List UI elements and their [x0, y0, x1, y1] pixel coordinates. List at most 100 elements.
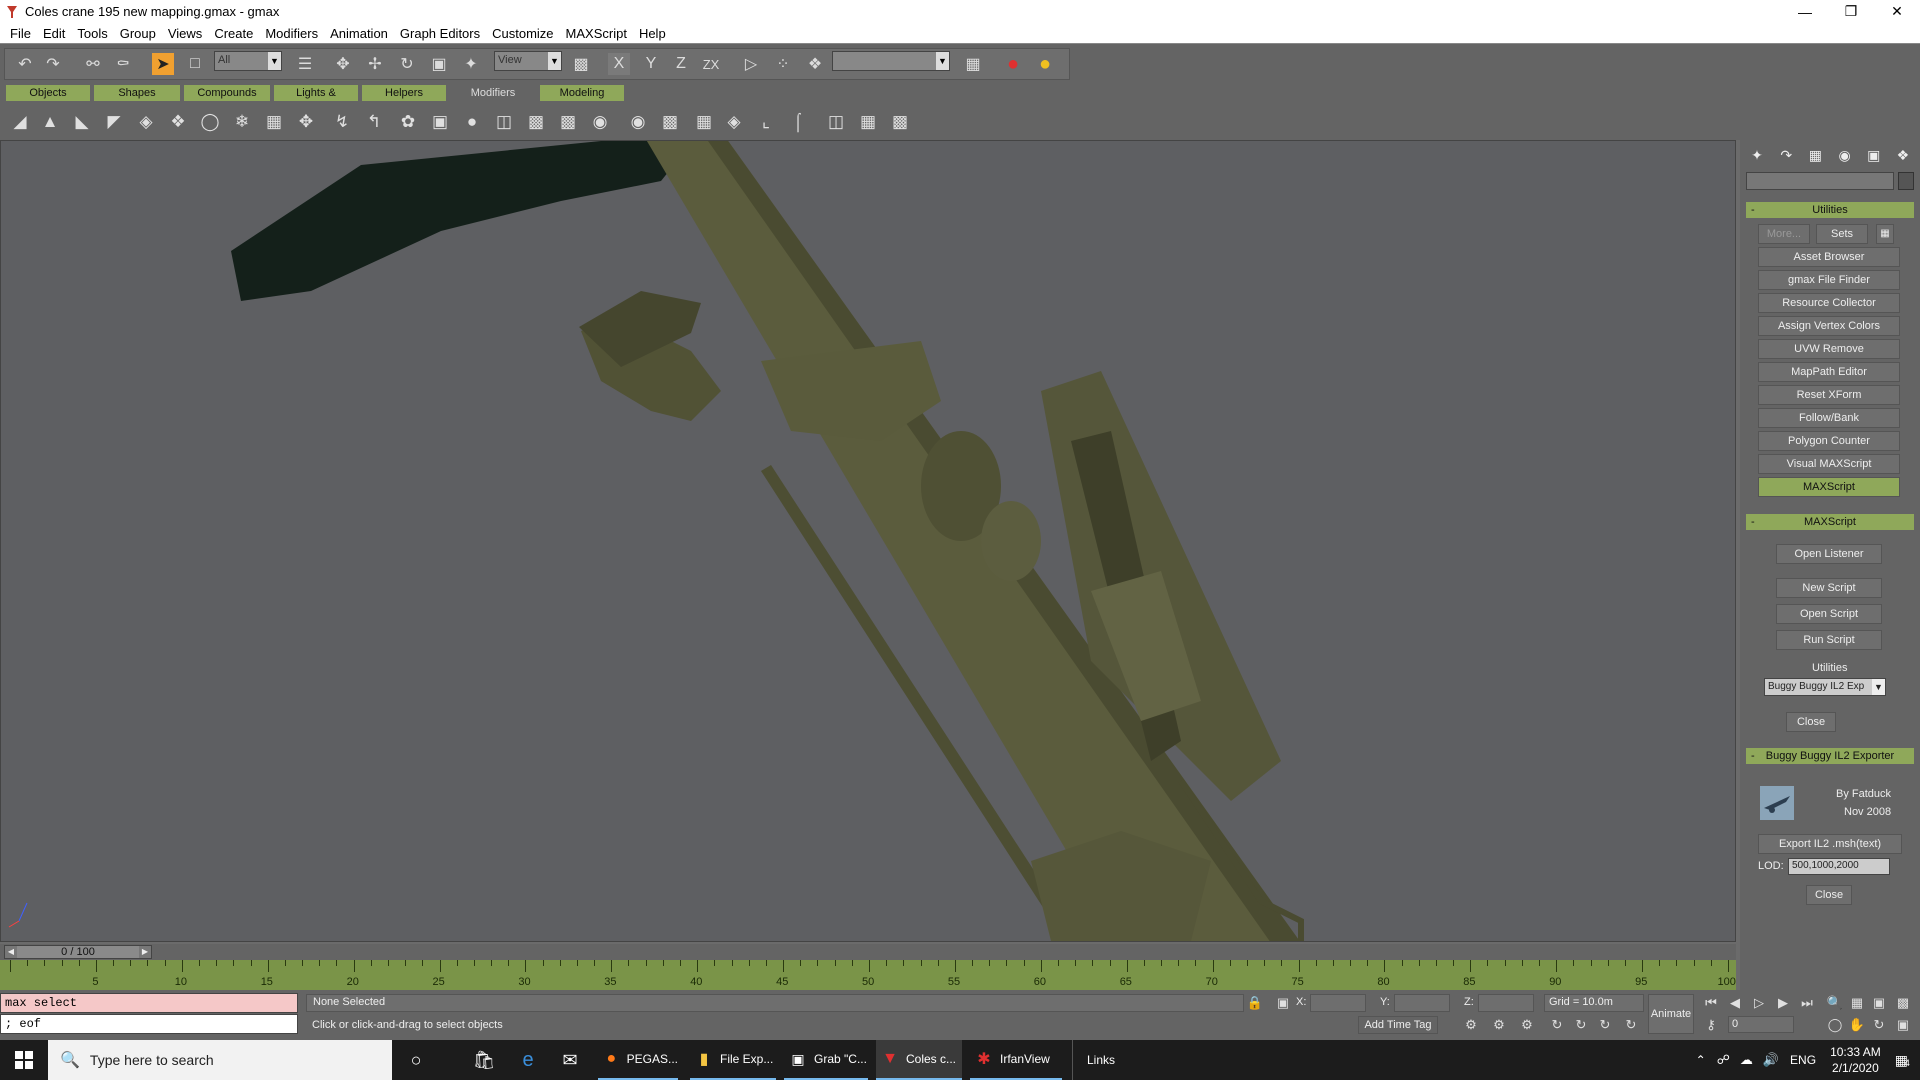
select-by-name-icon[interactable]: ☰	[294, 53, 316, 75]
settings-icon[interactable]: ⚙	[1490, 1016, 1508, 1034]
selection-filter-dropdown[interactable]: All ▼	[214, 51, 282, 71]
utilities-panel-icon[interactable]: ❖	[1892, 144, 1914, 166]
reference-coordinate-dropdown[interactable]: View ▼	[494, 51, 562, 71]
zoom-extents-all-icon[interactable]: ▩	[1894, 994, 1912, 1012]
object-color-swatch[interactable]	[1898, 172, 1914, 190]
modify-panel-icon[interactable]: ↷	[1775, 144, 1797, 166]
extrude-icon[interactable]: ◉	[626, 110, 650, 134]
follow-bank-button[interactable]: Follow/Bank	[1758, 408, 1900, 428]
uvw-map-icon[interactable]: ●	[460, 110, 484, 134]
pan-icon[interactable]: ✋	[1848, 1016, 1866, 1034]
edit-patch-icon[interactable]: ↰	[362, 110, 386, 134]
utilities-dropdown[interactable]: Buggy Buggy IL2 Exp ▼	[1764, 678, 1886, 696]
exporter-close-button[interactable]: Close	[1806, 885, 1852, 905]
skew-modifier-icon[interactable]: ❖	[166, 110, 190, 134]
clock[interactable]: 10:33 AM 2/1/2020	[1830, 1044, 1881, 1076]
run-script-button[interactable]: Run Script	[1776, 630, 1882, 650]
open-listener-button[interactable]: Open Listener	[1776, 544, 1882, 564]
z-coord-field[interactable]	[1478, 994, 1534, 1012]
material-editor-icon[interactable]: ●	[1002, 53, 1024, 75]
spherify-modifier-icon[interactable]: ◯	[198, 110, 222, 134]
maximize-viewport-icon[interactable]: ▣	[1894, 1016, 1912, 1034]
stretch-modifier-icon[interactable]: ◈	[134, 110, 158, 134]
cortana-button[interactable]: ○	[402, 1040, 430, 1080]
key-mode-icon[interactable]: ⚷	[1702, 1016, 1720, 1034]
fov-icon[interactable]: ◯	[1826, 1016, 1844, 1034]
exporter-rollout-header[interactable]: - Buggy Buggy IL2 Exporter	[1746, 748, 1914, 764]
array-icon[interactable]: ⁘	[772, 53, 794, 75]
edit-mesh-icon[interactable]: ↯	[330, 110, 354, 134]
xform-modifier-icon[interactable]: ✥	[294, 110, 318, 134]
select-object-icon[interactable]: ➤	[152, 53, 174, 75]
chevron-up-icon[interactable]: ⌃	[1696, 1053, 1706, 1067]
reset-xform-button[interactable]: Reset XForm	[1758, 385, 1900, 405]
absolute-mode-icon[interactable]: ▣	[1274, 994, 1292, 1012]
next-frame-icon[interactable]: ▶	[1774, 994, 1792, 1012]
add-time-tag-button[interactable]: Add Time Tag	[1358, 1016, 1438, 1034]
cap-holes-icon[interactable]: ◫	[824, 110, 848, 134]
y-coord-field[interactable]	[1394, 994, 1450, 1012]
new-script-button[interactable]: New Script	[1776, 578, 1882, 598]
tab-shapes[interactable]: Shapes	[94, 85, 180, 101]
cylinder-map-icon[interactable]: ◫	[492, 110, 516, 134]
cloud-icon[interactable]: ☁	[1740, 1052, 1753, 1068]
current-frame-field[interactable]: 0	[1728, 1016, 1794, 1033]
delete-mesh-icon[interactable]: ⌠	[786, 110, 810, 134]
more-button[interactable]: More...	[1758, 224, 1810, 244]
maxscript-mini-listener-input[interactable]: max select	[0, 993, 298, 1013]
mesh-select-icon[interactable]: ▦	[692, 110, 716, 134]
utilities-rollout-header[interactable]: - Utilities	[1746, 202, 1914, 218]
menu-views[interactable]: Views	[162, 26, 208, 41]
open-script-button[interactable]: Open Script	[1776, 604, 1882, 624]
bend-modifier-icon[interactable]: ◢	[8, 110, 32, 134]
network-icon[interactable]: ☍	[1717, 1052, 1730, 1068]
taskbar-search-box[interactable]: 🔍 Type here to search	[48, 1040, 392, 1080]
tab-helpers[interactable]: Helpers	[362, 85, 446, 101]
restore-button[interactable]: ❐	[1828, 0, 1874, 23]
taper-modifier-icon[interactable]: ▲	[38, 110, 62, 134]
previous-frame-icon[interactable]: ◀	[1726, 994, 1744, 1012]
pivot-center-icon[interactable]: ▩	[570, 53, 592, 75]
menu-customize[interactable]: Customize	[486, 26, 559, 41]
zoom-all-icon[interactable]: ▦	[1848, 994, 1866, 1012]
chevron-right-icon[interactable]: ▶	[139, 946, 151, 958]
restrict-x-icon[interactable]: X	[608, 53, 630, 75]
restrict-plane-icon[interactable]: ZX	[700, 53, 722, 75]
display-panel-icon[interactable]: ▣	[1863, 144, 1885, 166]
polygon-counter-button[interactable]: Polygon Counter	[1758, 431, 1900, 451]
lathe-icon[interactable]: ▩	[658, 110, 682, 134]
chevron-left-icon[interactable]: ◀	[5, 946, 17, 958]
play-icon[interactable]: ▷	[1750, 994, 1768, 1012]
volume-icon[interactable]: 🔊	[1763, 1052, 1779, 1068]
taskbar-app-gmax[interactable]: ▼ Coles c...	[876, 1040, 962, 1080]
lattice-modifier-icon[interactable]: ❄	[230, 110, 254, 134]
named-selection-dropdown[interactable]: ▼	[832, 51, 950, 71]
menu-tools[interactable]: Tools	[71, 26, 113, 41]
resource-collector-button[interactable]: Resource Collector	[1758, 293, 1900, 313]
mirror-icon[interactable]: ▷	[740, 53, 762, 75]
region-select-icon[interactable]: □	[184, 53, 206, 75]
smooth-modifier-icon[interactable]: ▣	[428, 110, 452, 134]
language-indicator[interactable]: ENG	[1790, 1053, 1816, 1067]
schematic-view-icon[interactable]: ▦	[962, 53, 984, 75]
animate-button[interactable]: Animate	[1648, 994, 1694, 1034]
lod-input[interactable]: 500,1000,2000	[1788, 858, 1890, 875]
goto-start-icon[interactable]: ⏮	[1702, 994, 1720, 1012]
meshsmooth-icon[interactable]: ▩	[556, 110, 580, 134]
noise-modifier-icon[interactable]: ◤	[102, 110, 126, 134]
menu-graph-editors[interactable]: Graph Editors	[394, 26, 486, 41]
poly-select-icon[interactable]: ◈	[722, 110, 746, 134]
restrict-z-icon[interactable]: Z	[670, 53, 692, 75]
links-toolbar[interactable]: Links	[1072, 1040, 1122, 1080]
rotate-key-3-icon[interactable]: ↻	[1596, 1016, 1614, 1034]
visual-maxscript-button[interactable]: Visual MAXScript	[1758, 454, 1900, 474]
unwrap-uvw-icon[interactable]: ▩	[888, 110, 912, 134]
maxscript-rollout-header[interactable]: - MAXScript	[1746, 514, 1914, 530]
rotate-key-4-icon[interactable]: ↻	[1622, 1016, 1640, 1034]
configure-sets-icon[interactable]: ▦	[1876, 224, 1894, 244]
taskbar-app-firefox[interactable]: ● PEGAS...	[598, 1040, 678, 1080]
select-move-icon[interactable]: ✥	[332, 53, 354, 75]
optimize-icon[interactable]: ▩	[524, 110, 548, 134]
time-slider[interactable]: ◀ 0 / 100 ▶	[4, 945, 152, 959]
taskbar-app-irfanview[interactable]: ✱ IrfanView	[970, 1040, 1062, 1080]
